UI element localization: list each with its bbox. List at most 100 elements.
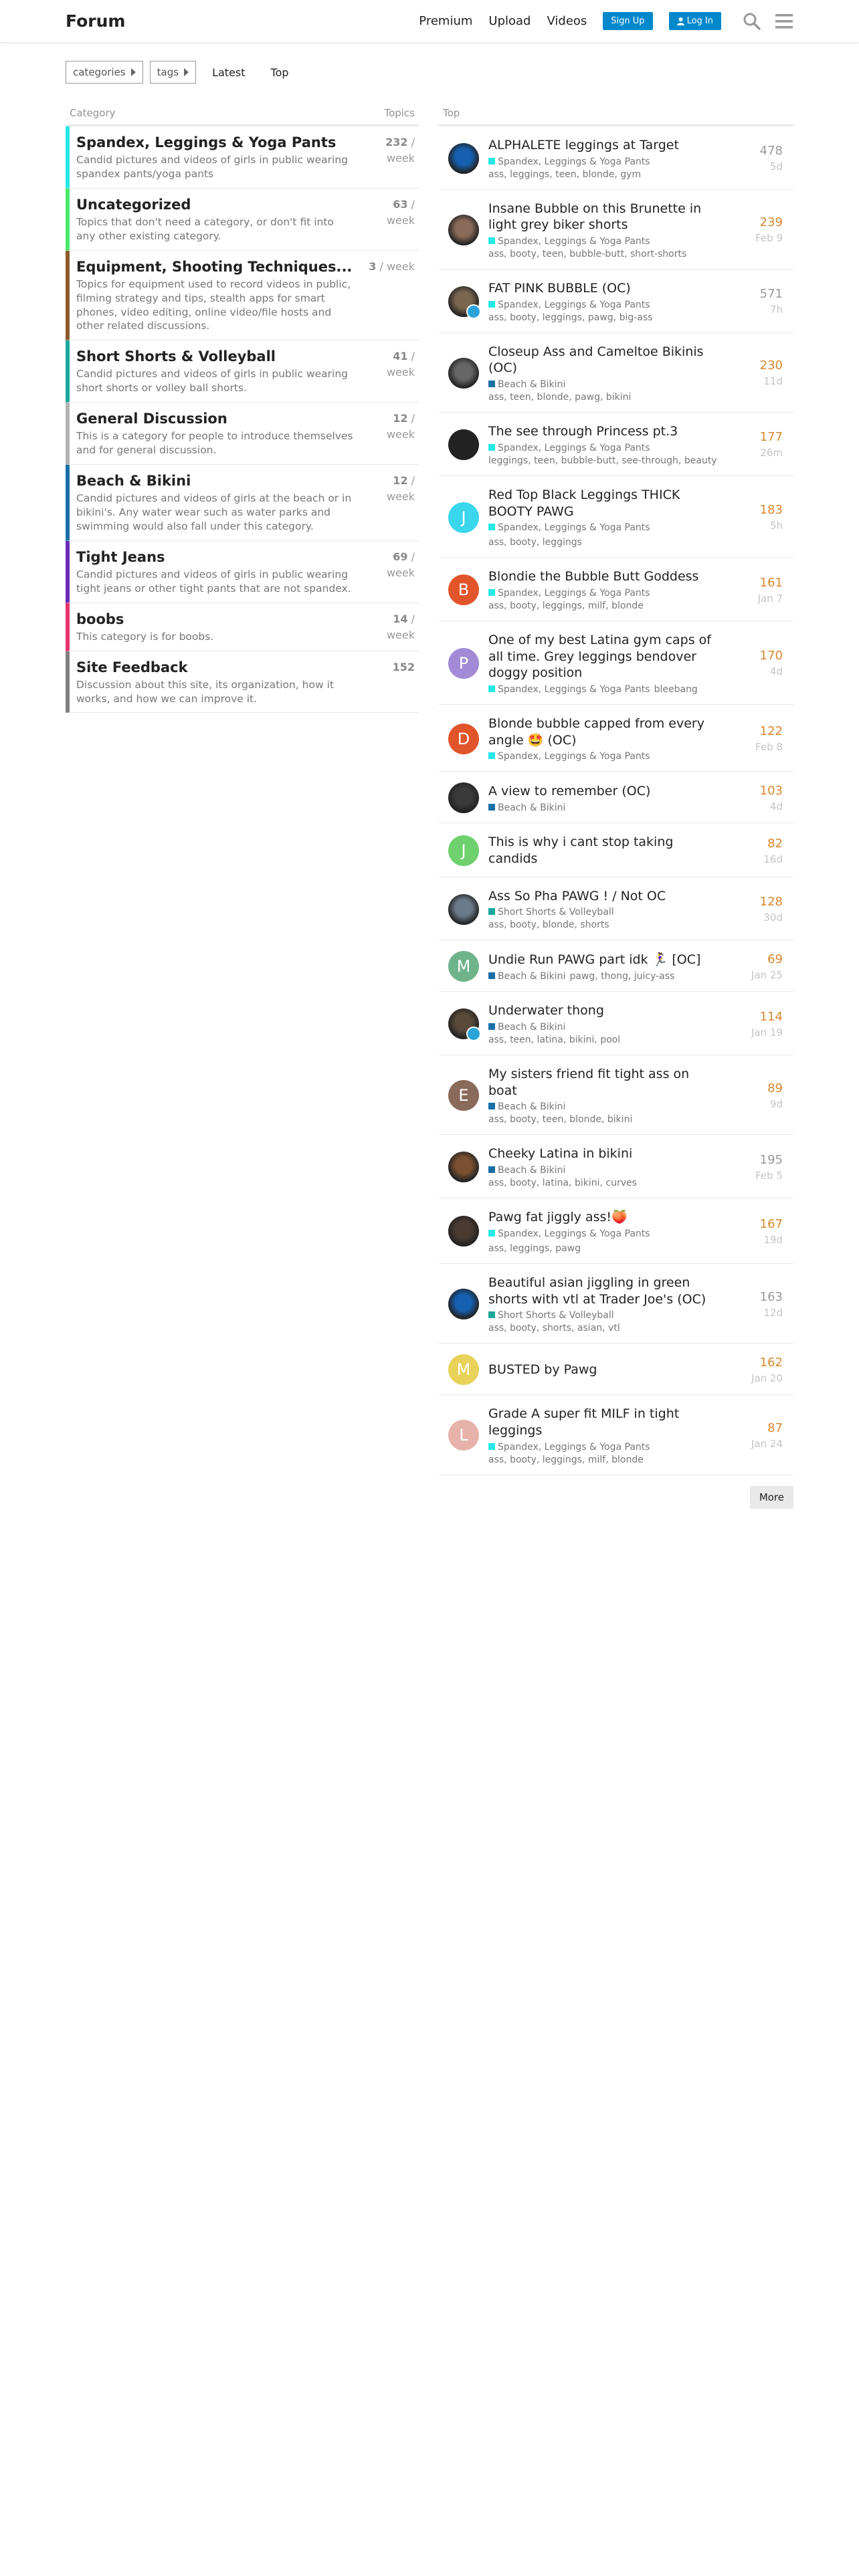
category-row[interactable]: General Discussion This is a category for… [66, 403, 419, 465]
avatar[interactable] [448, 142, 479, 174]
topic-tags[interactable]: ass, booty, shorts, asian, vtl [488, 1323, 720, 1333]
activity-date[interactable]: Feb 9 [729, 232, 783, 244]
topic-category-badge[interactable]: Beach & Bikini [488, 1022, 565, 1033]
topic-tags[interactable]: ass, teen, blonde, pawg, bikini [488, 392, 720, 403]
activity-date[interactable]: Jan 7 [729, 593, 783, 605]
activity-date[interactable]: 30d [729, 911, 783, 924]
activity-date[interactable]: 7h [729, 304, 783, 316]
nav-videos[interactable]: Videos [547, 14, 587, 28]
activity-date[interactable]: 5d [729, 160, 783, 173]
topic-title[interactable]: Undie Run PAWG part idk 🏃‍♀️ [OC] [488, 952, 720, 968]
topic-tags[interactable]: ass, booty, leggings [488, 537, 582, 548]
login-button[interactable]: Log In [668, 12, 721, 30]
topic-tags[interactable]: ass, booty, latina, bikini, curves [488, 1178, 720, 1188]
topic-tags[interactable]: leggings, teen, bubble-butt, see-through… [488, 455, 720, 466]
signup-button[interactable]: Sign Up [603, 12, 653, 30]
avatar[interactable] [448, 429, 479, 460]
category-row[interactable]: Spandex, Leggings & Yoga Pants Candid pic… [66, 126, 419, 189]
topic-category-badge[interactable]: Spandex, Leggings & Yoga Pants [488, 1228, 650, 1239]
topic-title[interactable]: Blondie the Bubble Butt Goddess [488, 568, 720, 585]
topic-title[interactable]: Cheeky Latina in bikini [488, 1146, 720, 1162]
activity-date[interactable]: 4d [729, 800, 783, 813]
nav-premium[interactable]: Premium [419, 14, 472, 28]
nav-latest[interactable]: Latest [203, 66, 254, 79]
avatar[interactable] [448, 782, 479, 814]
topic-tags[interactable]: ass, teen, latina, bikini, pool [488, 1035, 720, 1045]
activity-date[interactable]: Feb 5 [729, 1170, 783, 1182]
nav-upload[interactable]: Upload [488, 14, 531, 28]
category-name[interactable]: Beach & Bikini [76, 473, 355, 489]
topic-tags[interactable]: ass, leggings, pawg [488, 1243, 581, 1254]
avatar[interactable] [448, 1008, 481, 1042]
category-name[interactable]: boobs [76, 611, 355, 627]
category-row[interactable]: Beach & Bikini Candid pictures and videos… [66, 465, 419, 541]
activity-date[interactable]: Jan 25 [729, 969, 783, 981]
avatar[interactable] [448, 1216, 479, 1247]
activity-date[interactable]: 16d [729, 853, 783, 865]
topic-title[interactable]: Pawg fat jiggly ass!🍑 [488, 1209, 720, 1226]
category-row[interactable]: boobs This category is for boobs. 14 / wee… [66, 603, 419, 651]
activity-date[interactable]: Jan 19 [729, 1027, 783, 1039]
activity-date[interactable]: 11d [729, 375, 783, 387]
topic-category-badge[interactable]: Beach & Bikini [488, 1101, 565, 1112]
avatar[interactable] [448, 1152, 479, 1183]
topic-title[interactable]: Beautiful asian jiggling in green shorts… [488, 1275, 720, 1307]
category-row[interactable]: Short Shorts & Volleyball Candid pictures… [66, 340, 419, 403]
avatar[interactable]: P [448, 647, 479, 679]
avatar[interactable]: J [448, 502, 479, 533]
avatar[interactable]: M [448, 1354, 479, 1386]
topic-category-badge[interactable]: Spandex, Leggings & Yoga Pants [488, 236, 650, 247]
topic-title[interactable]: The see through Princess pt.3 [488, 423, 720, 440]
topic-category-badge[interactable]: Spandex, Leggings & Yoga Pants [488, 684, 650, 695]
avatar[interactable] [448, 893, 479, 925]
category-name[interactable]: General Discussion [76, 411, 355, 427]
topic-title[interactable]: Closeup Ass and Cameltoe Bikinis (OC) [488, 344, 720, 377]
category-row[interactable]: Equipment, Shooting Techniques... Topics … [66, 250, 419, 341]
avatar[interactable] [448, 286, 481, 319]
topic-category-badge[interactable]: Beach & Bikini [488, 379, 565, 390]
topic-title[interactable]: A view to remember (OC) [488, 783, 720, 800]
topic-tags[interactable]: ass, booty, teen, bubble-butt, short-sho… [488, 249, 720, 259]
avatar[interactable]: L [448, 1420, 479, 1451]
avatar[interactable]: D [448, 723, 479, 754]
avatar[interactable]: B [448, 574, 479, 606]
topic-title[interactable]: Ass So Pha PAWG ! / Not OC [488, 888, 720, 905]
topic-title[interactable]: One of my best Latina gym caps of all ti… [488, 632, 720, 681]
topic-category-badge[interactable]: Spandex, Leggings & Yoga Pants [488, 588, 650, 599]
activity-date[interactable]: Jan 24 [729, 1438, 783, 1450]
category-name[interactable]: Equipment, Shooting Techniques... [76, 259, 355, 275]
avatar[interactable]: J [448, 835, 479, 866]
topic-title[interactable]: ALPHALETE leggings at Target [488, 137, 720, 154]
topic-tags[interactable]: ass, booty, blonde, shorts [488, 920, 720, 930]
activity-date[interactable]: Feb 8 [729, 741, 783, 753]
activity-date[interactable]: Jan 20 [729, 1372, 783, 1384]
topic-tags[interactable]: ass, booty, teen, blonde, bikini [488, 1114, 720, 1125]
activity-date[interactable]: 4d [729, 665, 783, 677]
activity-date[interactable]: 9d [729, 1098, 783, 1110]
category-row[interactable]: Tight Jeans Candid pictures and videos of… [66, 540, 419, 603]
topic-title[interactable]: Red Top Black Leggings THICK BOOTY PAWG [488, 487, 720, 520]
activity-date[interactable]: 19d [729, 1234, 783, 1246]
category-name[interactable]: Short Shorts & Volleyball [76, 348, 355, 364]
topic-category-badge[interactable]: Spandex, Leggings & Yoga Pants [488, 522, 650, 533]
topic-category-badge[interactable]: Beach & Bikini [488, 1165, 565, 1176]
avatar[interactable] [448, 357, 479, 389]
nav-top[interactable]: Top [262, 66, 298, 79]
category-name[interactable]: Tight Jeans [76, 549, 355, 565]
hamburger-menu-icon[interactable] [775, 13, 793, 30]
topic-category-badge[interactable]: Beach & Bikini [488, 802, 565, 813]
avatar[interactable] [448, 1289, 479, 1319]
avatar[interactable] [448, 214, 479, 245]
topic-category-badge[interactable]: Short Shorts & Volleyball [488, 1310, 614, 1321]
more-button[interactable]: More [749, 1485, 793, 1509]
activity-date[interactable]: 26m [729, 447, 783, 459]
topic-title[interactable]: FAT PINK BUBBLE (OC) [488, 280, 720, 297]
topic-tags[interactable]: ass, leggings, teen, blonde, gym [488, 169, 720, 180]
topic-title[interactable]: Grade A super fit MILF in tight leggings [488, 1406, 720, 1438]
topic-title[interactable]: My sisters friend fit tight ass on boat [488, 1066, 720, 1099]
topic-tags[interactable]: bleebang [654, 684, 698, 695]
topic-tags[interactable]: ass, booty, leggings, pawg, big-ass [488, 312, 720, 323]
category-row[interactable]: Uncategorized Topics that don't need a ca… [66, 188, 419, 251]
topic-category-badge[interactable]: Short Shorts & Volleyball [488, 907, 614, 918]
topic-title[interactable]: This is why i cant stop taking candids [488, 834, 720, 867]
